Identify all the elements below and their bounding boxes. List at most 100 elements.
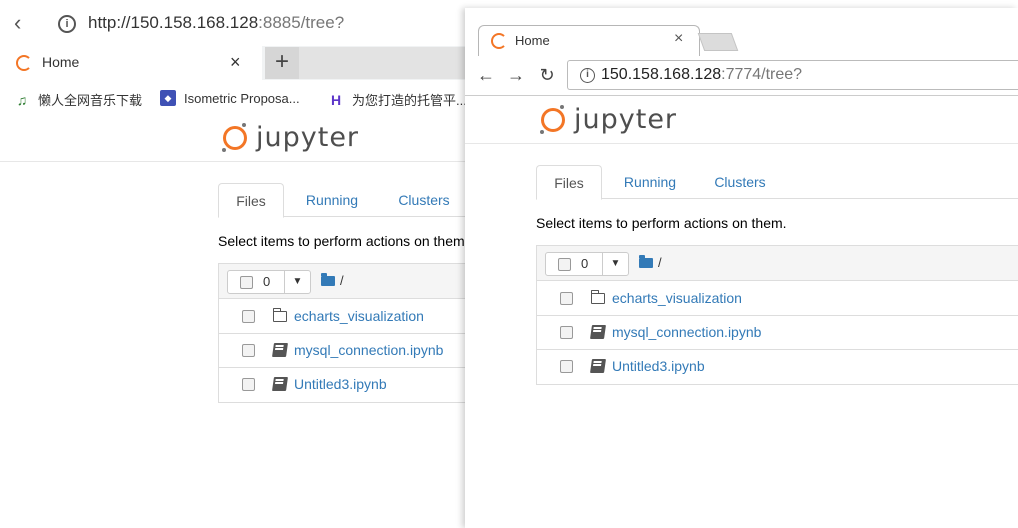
right-browser-window: Home × ← → ↻ i 150.158.168.128:7774/tree… [465, 8, 1018, 528]
row-checkbox[interactable] [242, 310, 255, 323]
folder-icon [639, 254, 653, 268]
breadcrumb[interactable]: / [321, 272, 344, 288]
left-tab-strip: Home × + [0, 46, 470, 80]
row-checkbox[interactable] [242, 378, 255, 391]
right-tab-home[interactable]: Home × [478, 25, 700, 56]
right-file-list: 0 ▼ / echarts_visualization mysql_connec… [536, 245, 1018, 385]
list-item[interactable]: mysql_connection.ipynb [537, 316, 1018, 350]
right-url-host: 150.158.168.128 [601, 66, 722, 83]
tab-files[interactable]: Files [218, 183, 284, 218]
folder-icon [321, 272, 335, 286]
tab-clusters[interactable]: Clusters [704, 165, 776, 199]
file-link[interactable]: echarts_visualization [294, 308, 424, 324]
tab-files[interactable]: Files [536, 165, 602, 200]
music-note-icon: ♫ [16, 91, 28, 108]
new-tab-button[interactable]: + [265, 47, 299, 79]
header-divider [0, 161, 470, 162]
notebook-icon [272, 377, 288, 391]
jupyter-logo-icon [222, 122, 248, 153]
folder-icon [272, 308, 287, 322]
folder-icon [590, 290, 605, 304]
select-all-button[interactable]: 0 ▼ [227, 270, 311, 294]
row-checkbox[interactable] [242, 344, 255, 357]
file-list-header: 0 ▼ / [537, 246, 1018, 281]
close-icon[interactable]: × [230, 52, 241, 73]
isometric-icon: ◆ [160, 90, 176, 106]
row-checkbox[interactable] [560, 292, 573, 305]
left-tab-home[interactable]: Home × [0, 46, 262, 80]
h-logo-icon: H [330, 91, 342, 108]
bookmark-label: 为您打造的托管平... [352, 93, 467, 108]
list-item[interactable]: echarts_visualization [219, 300, 470, 334]
jupyter-wordmark: jupyter [574, 104, 678, 135]
selected-count: 0 [263, 274, 271, 289]
left-jupyter-tabs: Files Running Clusters [218, 183, 470, 218]
list-item[interactable]: mysql_connection.ipynb [219, 334, 470, 368]
breadcrumb-root: / [340, 273, 344, 288]
tabs-underline [536, 198, 1018, 199]
info-icon[interactable]: i [58, 15, 76, 33]
file-list-header: 0 ▼ / [219, 264, 470, 299]
tab-running[interactable]: Running [296, 183, 368, 217]
list-item[interactable]: Untitled3.ipynb [219, 368, 470, 402]
breadcrumb[interactable]: / [639, 254, 662, 270]
select-instructions: Select items to perform actions on them. [536, 215, 787, 231]
header-divider [465, 143, 1018, 144]
bookmarks-bar: ♫ 懒人全网音乐下载 ◆ Isometric Proposa... H 为您打造… [0, 80, 470, 118]
jupyter-logo[interactable]: jupyter [222, 122, 359, 153]
select-instructions: Select items to perform actions on them. [218, 233, 468, 249]
file-link[interactable]: echarts_visualization [612, 290, 742, 306]
loading-spinner-icon [491, 33, 507, 49]
breadcrumb-root: / [658, 255, 662, 270]
list-item[interactable]: Untitled3.ipynb [537, 350, 1018, 384]
file-link[interactable]: Untitled3.ipynb [612, 358, 705, 374]
right-toolbar: ← → ↻ i 150.158.168.128:7774/tree? [465, 56, 1018, 96]
jupyter-logo-icon [540, 104, 566, 135]
tab-strip-empty [299, 47, 470, 79]
address-bar[interactable]: i 150.158.168.128:7774/tree? [567, 60, 1018, 90]
bookmark-isometric[interactable]: ◆ Isometric Proposa... [160, 90, 300, 106]
left-url-path: :8885/tree? [258, 13, 345, 32]
loading-spinner-icon [16, 55, 32, 71]
list-item[interactable]: echarts_visualization [537, 282, 1018, 316]
tab-running[interactable]: Running [614, 165, 686, 199]
select-all-button[interactable]: 0 ▼ [545, 252, 629, 276]
close-icon[interactable]: × [674, 30, 683, 48]
bookmark-label: Isometric Proposa... [184, 90, 300, 106]
bookmark-music[interactable]: ♫ 懒人全网音乐下载 [14, 90, 142, 109]
tab-clusters[interactable]: Clusters [388, 183, 460, 217]
jupyter-logo[interactable]: jupyter [540, 104, 677, 135]
new-tab-button[interactable] [697, 33, 739, 51]
left-url-host: http://150.158.168.128 [88, 13, 259, 32]
info-icon[interactable]: i [580, 68, 595, 83]
right-url-path: :7774/tree? [721, 66, 803, 83]
bookmark-hosting[interactable]: H 为您打造的托管平... [328, 90, 467, 109]
left-file-list: 0 ▼ / echarts_visualization mysql_connec… [218, 263, 470, 403]
left-address-bar[interactable]: ‹ i http://150.158.168.128:8885/tree? [0, 0, 470, 46]
jupyter-wordmark: jupyter [256, 122, 360, 153]
back-icon[interactable]: ‹ [14, 11, 34, 35]
row-checkbox[interactable] [560, 360, 573, 373]
left-url[interactable]: http://150.158.168.128:8885/tree? [88, 13, 344, 33]
reload-icon[interactable]: ↻ [537, 65, 557, 85]
file-link[interactable]: Untitled3.ipynb [294, 376, 387, 392]
notebook-icon [272, 343, 288, 357]
select-all-checkbox[interactable] [558, 258, 571, 271]
right-jupyter-tabs: Files Running Clusters [536, 165, 1018, 200]
file-link[interactable]: mysql_connection.ipynb [294, 342, 443, 358]
caret-down-icon[interactable]: ▼ [284, 271, 310, 293]
left-tab-title: Home [42, 54, 80, 70]
selected-count: 0 [581, 256, 589, 271]
notebook-icon [590, 359, 606, 373]
bookmark-label: 懒人全网音乐下载 [38, 93, 143, 108]
right-tab-strip: Home × [465, 8, 1018, 56]
file-link[interactable]: mysql_connection.ipynb [612, 324, 761, 340]
caret-down-icon[interactable]: ▼ [602, 253, 628, 275]
notebook-icon [590, 325, 606, 339]
select-all-checkbox[interactable] [240, 276, 253, 289]
back-arrow-icon[interactable]: ← [476, 65, 496, 85]
right-url[interactable]: 150.158.168.128:7774/tree? [601, 66, 802, 84]
right-tab-title: Home [515, 33, 550, 48]
forward-arrow-icon[interactable]: → [506, 65, 526, 85]
row-checkbox[interactable] [560, 326, 573, 339]
